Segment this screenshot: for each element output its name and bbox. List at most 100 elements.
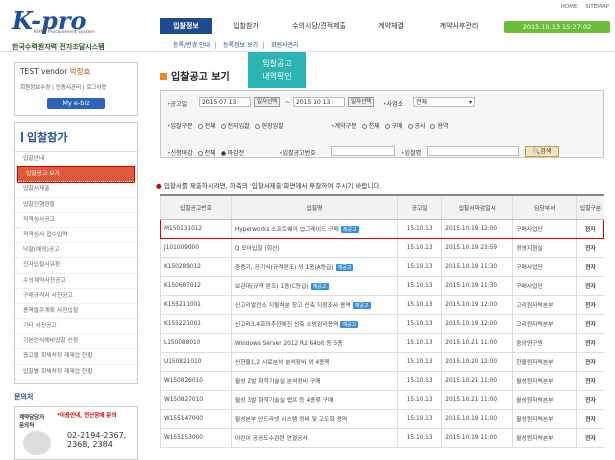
date-from-button[interactable]: 일자선택 xyxy=(254,97,281,107)
user-links[interactable]: 회원정보수정 | 인증서관리 | 로그아웃 xyxy=(20,83,132,91)
logo[interactable]: K-pro KHNP Procurement System 한국수력원자력 전자… xyxy=(12,6,105,51)
table-row[interactable]: W155147000 월성본부 안드라넷 시스템 정비 및 고도화 용역 15.10… xyxy=(160,409,604,429)
table-row[interactable]: K155211001 신고리발전소 지혈처분 창고 신축 지점조사 용역 재공고 15… xyxy=(160,295,604,315)
bid-type-cell[interactable]: 전자 xyxy=(576,428,604,448)
subnav-reginfo[interactable]: 등록정보 보기 xyxy=(217,42,265,49)
ctype-service-radio[interactable] xyxy=(430,124,436,129)
date-to-button[interactable]: 일자선택 xyxy=(348,97,375,107)
table-row[interactable]: K150289012 중층기, 공기식(규격판조) 외 1종(A등급) 재공고 15.… xyxy=(160,257,604,277)
ctype-purchase-radio[interactable] xyxy=(384,124,390,129)
bidtype-onsite-radio[interactable] xyxy=(254,124,260,129)
table-row[interactable]: W155153000 어린이 공공도수관련 연결공사 15.10.13 2015.10… xyxy=(160,428,604,448)
lnb-item[interactable]: 구매규격서 사전공고 xyxy=(15,289,137,304)
lnb-item[interactable]: 적격심사공고 xyxy=(15,213,137,228)
table-row[interactable]: J101009000 Q 모아입찰 (회선) 15.10.13 2015.10.19 … xyxy=(160,238,604,258)
table-row[interactable]: M150131012 Hyperworks 소프트웨어 업그레이드 구매 재공고 15… xyxy=(160,218,604,239)
bid-name-input[interactable] xyxy=(427,146,519,156)
bid-type-cell[interactable]: 전자 xyxy=(576,276,604,296)
table-cell: 월성원자력본부 xyxy=(512,428,577,448)
bid-name-cell[interactable]: Windows Server 2012 R2 64bit 등 5종 xyxy=(230,333,398,353)
bid-type-cell[interactable]: 전자 xyxy=(576,257,604,277)
gnb-bid-participate[interactable]: 입찰참가 xyxy=(220,18,272,34)
table-row[interactable]: W150827010 월성 3발 화학기술실 랩프 등 4종류 구매 15.10.1… xyxy=(160,390,604,410)
date-from-input[interactable]: 2015 07 13 xyxy=(199,97,251,107)
bid-type-cell[interactable]: 전자 xyxy=(576,371,604,391)
date-to-input[interactable]: 2015 10 13 xyxy=(293,97,345,107)
bid-type-cell[interactable]: 전자 xyxy=(576,409,604,429)
bidtype-electronic-radio[interactable] xyxy=(220,124,226,129)
lnb-item[interactable]: 입찰별 회체처정 재제업 현황 xyxy=(15,365,137,380)
lnb-item[interactable]: 입찰안내 xyxy=(15,152,137,168)
table-row[interactable]: W150826010 월성 2발 화학기술실 분석장비 구매 15.10.13 201… xyxy=(160,371,604,391)
close-before-radio[interactable] xyxy=(220,151,226,156)
bid-name-cell[interactable]: 신한울1,2 시료분석 분석장비 외 4종목 xyxy=(230,352,398,372)
bidtype-all-radio[interactable] xyxy=(197,124,203,129)
qna-contract-contact[interactable]: 계약담당자 문의처 xyxy=(19,413,51,429)
lnb-item[interactable]: 기본인식예비입찰 신청 xyxy=(15,334,137,350)
close-all-radio[interactable] xyxy=(197,151,203,156)
bid-type-cell[interactable]: 전자 xyxy=(576,314,604,334)
lnb-item[interactable]: 종고물 회제처정 재제업 현황 xyxy=(15,349,137,365)
bid-type-cell[interactable]: 전자 xyxy=(576,238,604,258)
lnb-item[interactable]: 기타 사전공고 xyxy=(15,319,137,335)
table-row[interactable]: L150088010 Windows Server 2012 R2 64bit 등… xyxy=(160,333,604,353)
table-header: 입찰명 xyxy=(230,194,398,220)
ctype-all-radio[interactable] xyxy=(361,124,367,129)
lnb-item[interactable]: 용역발주계획 사전입찰 xyxy=(15,304,137,320)
table-cell: K150687012 xyxy=(160,276,232,296)
bid-name-cell[interactable]: 신고리발전소 지혈처분 창고 신축 지점조사 용역 재공고 xyxy=(230,295,398,315)
gnb-contract-after[interactable]: 계약사후관리 xyxy=(426,18,492,34)
lnb-item[interactable]: 적격심사 접수입력 xyxy=(15,228,137,244)
table-cell: 월성원자력본부 xyxy=(512,409,577,429)
my-ebiz-button[interactable]: My e-biz xyxy=(47,98,105,109)
ctype-construction-radio[interactable] xyxy=(407,124,413,129)
search-button[interactable]: 🔍검색 xyxy=(525,146,559,157)
biz-select[interactable]: 전체 ▾ xyxy=(413,97,475,107)
bid-type-cell[interactable]: 전자 xyxy=(576,333,604,353)
table-row[interactable]: K155221001 신고리3,4호의추진에진 신축 소방감리용역 재공고 15.10… xyxy=(160,314,604,334)
table-cell: 2015.10.19 23:59 xyxy=(441,238,513,258)
lnb-item[interactable]: 전자입찰사유환 xyxy=(15,258,137,274)
sitemap-link[interactable]: SITEMAP xyxy=(585,4,609,10)
bid-name-cell[interactable]: 월성본부 안드라넷 시스템 정비 및 고도화 용역 xyxy=(230,409,398,429)
table-cell: 구매사업단 xyxy=(512,218,577,239)
table-header: 공고일 xyxy=(396,194,442,220)
lnb-item[interactable]: 입찰진행현황 xyxy=(15,198,137,213)
gnb-contract[interactable]: 계약체결 xyxy=(366,18,416,34)
table-row[interactable]: U150821010 신한울1,2 시료분석 분석장비 외 4종목 15.10.13… xyxy=(160,352,604,372)
notice-no-input[interactable] xyxy=(331,146,395,156)
bid-name-cell[interactable]: Hyperworks 소프트웨어 업그레이드 구매 재공고 xyxy=(230,218,398,239)
table-row[interactable]: K150687012 보관대(규격 판조) 1종(C등급) 재공고 15.10.13 2… xyxy=(160,276,604,296)
bid-type-cell[interactable]: 전자 xyxy=(576,295,604,315)
lnb-item[interactable]: 입찰서제출 xyxy=(15,182,137,198)
reannounce-badge: 재공고 xyxy=(335,264,354,271)
table-cell: 2015.10.19 11:30 xyxy=(441,276,513,296)
bid-name-cell[interactable]: 월성 2발 화학기술실 분석장비 구매 xyxy=(230,371,398,391)
gnb-negotiation[interactable]: 수의시담/견적제출 xyxy=(280,18,358,34)
subnav-register[interactable]: 등록/변경 안내 xyxy=(168,42,217,49)
table-cell: 2015.10.19 12:00 xyxy=(441,314,513,334)
lnb-item[interactable]: 입찰공고 보기 xyxy=(17,166,135,184)
date-cell: 15.10.13 xyxy=(396,333,442,353)
table-cell: W150826010 xyxy=(160,371,232,391)
bid-name-cell[interactable]: 신고리3,4호의추진에진 신축 소방감리용역 재공고 xyxy=(230,314,398,334)
bid-name-cell[interactable]: 보관대(규격 판조) 1종(C등급) 재공고 xyxy=(230,276,398,296)
qna-phone: 02-2194-2367, 2368, 2384 xyxy=(67,431,127,449)
bid-name-cell[interactable]: Q 모아입찰 (회선) xyxy=(230,238,398,258)
lnb-item[interactable]: 낙찰(예정)공고 xyxy=(15,243,137,259)
table-cell: L150088010 xyxy=(160,333,232,353)
subnav-members[interactable]: 회원사관리 xyxy=(266,42,304,49)
bid-type-cell[interactable]: 전자 xyxy=(576,390,604,410)
home-link[interactable]: HOME xyxy=(561,4,578,10)
bid-name-cell[interactable]: 월성 3발 화학기술실 랩프 등 4종류 구매 xyxy=(230,390,398,410)
table-cell: 고리원자력본부 xyxy=(512,295,577,315)
date-cell: 15.10.13 xyxy=(396,238,442,258)
bid-name-cell[interactable]: 중층기, 공기식(규격판조) 외 1종(A등급) 재공고 xyxy=(230,257,398,277)
bid-name-cell[interactable]: 어린이 공공도수관련 연결공사 xyxy=(230,428,398,448)
bid-type-cell[interactable]: 전자 xyxy=(576,352,604,372)
table-header: 입찰서마감일시 xyxy=(441,194,513,220)
gnb-bid-info[interactable]: 입찰정보 xyxy=(160,18,212,34)
chevron-down-icon: ▾ xyxy=(468,99,472,106)
bid-type-cell[interactable]: 전자 xyxy=(576,218,604,239)
lnb-item[interactable]: 수의계약사전공고 xyxy=(15,274,137,289)
